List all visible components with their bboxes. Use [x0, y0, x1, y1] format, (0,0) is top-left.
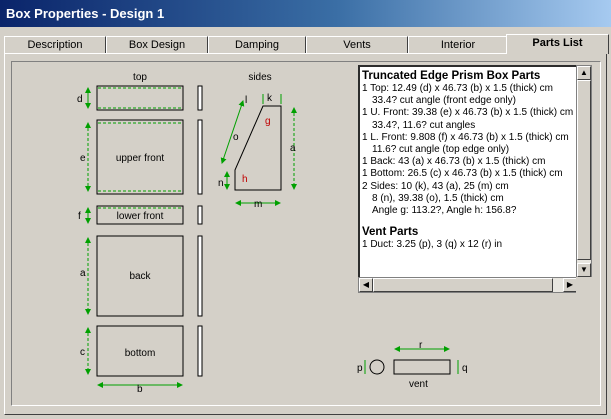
dim-e: e [80, 153, 86, 164]
scroll-corner [576, 277, 592, 293]
dim-a2: a [290, 143, 296, 154]
scroll-right-icon[interactable]: ▶ [563, 278, 577, 292]
dim-b: b [137, 384, 143, 395]
parts-list-box[interactable]: Truncated Edge Prism Box Parts 1 Top: 12… [358, 65, 578, 292]
parts-title: Truncated Edge Prism Box Parts [362, 70, 541, 82]
dim-o: o [233, 132, 239, 143]
angle-h: h [242, 174, 248, 185]
scroll-up-icon[interactable]: ▲ [577, 66, 591, 80]
vent-p: p [357, 363, 363, 374]
dim-l: l [245, 95, 247, 106]
angle-g: g [265, 116, 271, 127]
vertical-scrollbar[interactable]: ▲ ▼ [576, 65, 592, 292]
parts-line: 1 Back: 43 (a) x 46.73 (b) x 1.5 (thick)… [362, 156, 546, 168]
vent-rect [393, 359, 451, 375]
parts-line: 1 Bottom: 26.5 (c) x 46.73 (b) x 1.5 (th… [362, 168, 563, 180]
vent-circle [369, 359, 385, 375]
lower-front-label: lower front [117, 211, 164, 222]
horizontal-scrollbar[interactable]: ◀ ▶ [358, 277, 578, 293]
edge-bottom [197, 325, 203, 377]
dim-n: n [218, 178, 224, 189]
bottom-label: bottom [125, 348, 156, 359]
scroll-left-icon[interactable]: ◀ [359, 278, 373, 292]
dim-m: m [254, 199, 262, 210]
parts-line: 33.4?, 11.6? cut angles [372, 119, 476, 131]
sides-label: sides [248, 72, 271, 83]
edge-back [197, 235, 203, 317]
dim-d: d [77, 94, 83, 105]
parts-line: 1 U. Front: 39.38 (e) x 46.73 (b) x 1.5 … [362, 107, 574, 119]
dim-f: f [78, 211, 81, 222]
top-label: top [133, 72, 147, 83]
dim-a: a [80, 268, 86, 279]
dim-c: c [80, 347, 85, 358]
edge-lower-front [197, 205, 203, 225]
parts-line: 1 L. Front: 9.808 (f) x 46.73 (b) x 1.5 … [362, 131, 569, 143]
parts-list-content: Truncated Edge Prism Box Parts 1 Top: 12… [362, 69, 576, 251]
vent-parts-title: Vent Parts [362, 226, 419, 239]
panel-top [96, 85, 184, 111]
parts-line: 8 (n), 39.38 (o), 1.5 (thick) cm [372, 192, 504, 204]
parts-line: 2 Sides: 10 (k), 43 (a), 25 (m) cm [362, 180, 509, 192]
parts-line: Angle g: 113.2?, Angle h: 156.8? [372, 205, 517, 217]
vertical-scroll-thumb[interactable] [577, 80, 591, 260]
back-label: back [129, 271, 151, 282]
vent-parts-line: 1 Duct: 3.25 (p), 3 (q) x 12 (r) in [362, 239, 503, 251]
dim-k: k [267, 93, 273, 104]
scroll-down-icon[interactable]: ▼ [577, 263, 591, 277]
vent-label: vent [409, 379, 428, 390]
vent-q: q [462, 363, 468, 374]
horizontal-scroll-thumb[interactable] [373, 278, 553, 292]
edge-top [197, 85, 203, 111]
parts-line: 33.4? cut angle (front edge only) [372, 95, 516, 107]
parts-line: 1 Top: 12.49 (d) x 46.73 (b) x 1.5 (thic… [362, 83, 554, 94]
upper-front-label: upper front [116, 153, 165, 164]
parts-line: 11.6? cut angle (top edge only) [372, 144, 510, 156]
tab-parts-list[interactable]: Parts List [506, 34, 609, 54]
edge-upper-front [197, 119, 203, 195]
